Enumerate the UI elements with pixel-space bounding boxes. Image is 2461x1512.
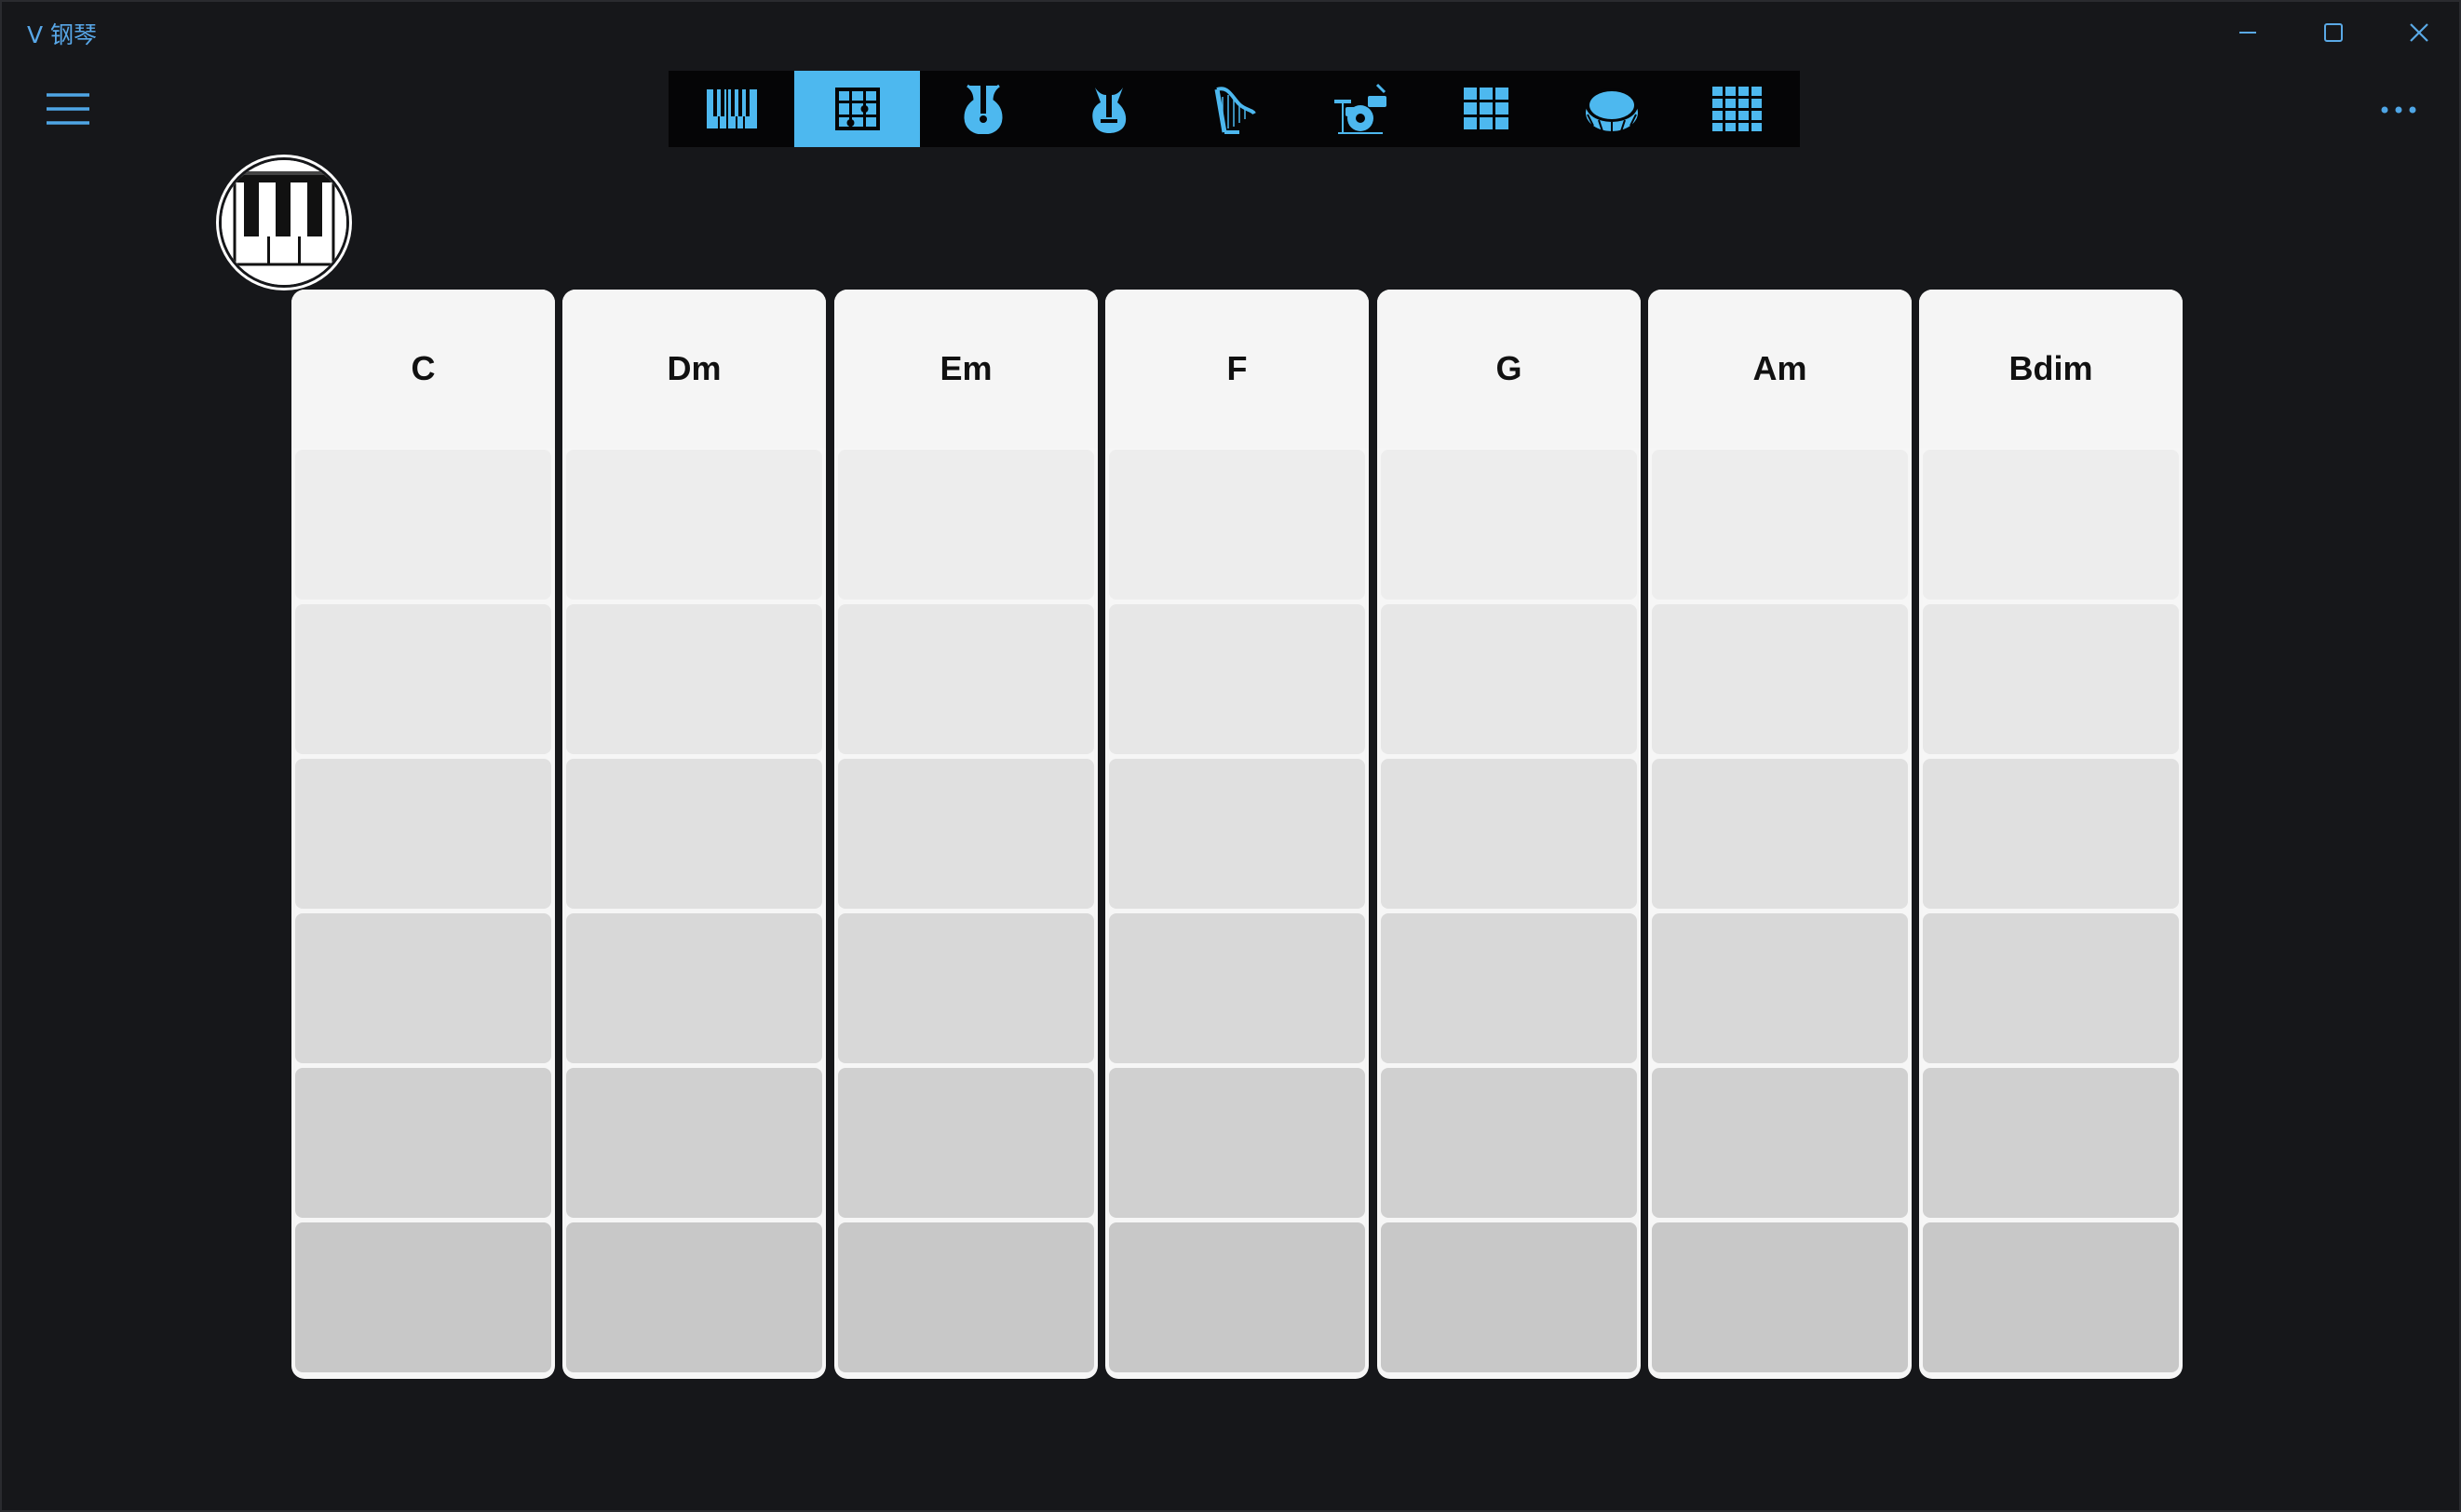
chord-pad[interactable]	[1109, 604, 1365, 754]
more-icon	[2381, 106, 2416, 114]
chord-pad[interactable]	[838, 913, 1094, 1063]
instrument-toolbar	[669, 71, 1800, 147]
chord-pad[interactable]	[295, 759, 551, 909]
chord-pad[interactable]	[566, 913, 822, 1063]
chord-pad[interactable]	[1652, 913, 1908, 1063]
chord-pad[interactable]	[566, 759, 822, 909]
chord-pad[interactable]	[1109, 913, 1365, 1063]
chord-pad[interactable]	[566, 1068, 822, 1218]
chord-label[interactable]: F	[1105, 290, 1369, 448]
chord-label[interactable]: Am	[1648, 290, 1912, 448]
chord-column-bdim: Bdim	[1919, 290, 2183, 1379]
chord-pad[interactable]	[295, 450, 551, 600]
chord-column-g: G	[1377, 290, 1641, 1379]
chord-pad[interactable]	[1109, 1068, 1365, 1218]
chord-pad[interactable]	[1923, 913, 2179, 1063]
tool-pad-4x4[interactable]	[1674, 71, 1800, 147]
chord-pad[interactable]	[838, 604, 1094, 754]
maximize-icon	[2324, 23, 2343, 42]
tool-electric-guitar[interactable]	[1046, 71, 1171, 147]
chord-pad[interactable]	[1381, 450, 1637, 600]
chord-label[interactable]: Dm	[562, 290, 826, 448]
chord-column-f: F	[1105, 290, 1369, 1379]
chord-pad[interactable]	[1381, 604, 1637, 754]
drum-kit-icon	[1333, 83, 1386, 134]
chord-pad[interactable]	[1923, 759, 2179, 909]
chord-column-dm: Dm	[562, 290, 826, 1379]
electric-guitar-icon	[1091, 84, 1126, 133]
close-button[interactable]	[2376, 2, 2459, 63]
chord-pad[interactable]	[295, 1068, 551, 1218]
tool-snare-drum[interactable]	[1548, 71, 1674, 147]
chord-pad[interactable]	[1652, 604, 1908, 754]
tool-piano[interactable]	[669, 71, 794, 147]
chord-pad[interactable]	[1381, 759, 1637, 909]
chord-pad[interactable]	[295, 1222, 551, 1372]
chord-label[interactable]: Bdim	[1919, 290, 2183, 448]
chord-pad[interactable]	[1652, 450, 1908, 600]
chord-pad[interactable]	[566, 1222, 822, 1372]
more-options-button[interactable]	[2373, 89, 2425, 130]
chord-pad[interactable]	[1652, 1068, 1908, 1218]
chord-pad[interactable]	[1109, 1222, 1365, 1372]
tool-acoustic-guitar[interactable]	[920, 71, 1046, 147]
pad-3x3-icon	[1463, 88, 1508, 129]
chord-pad[interactable]	[1109, 450, 1365, 600]
piano-avatar-icon	[222, 160, 346, 285]
chord-pad[interactable]	[295, 604, 551, 754]
chord-pad[interactable]	[838, 1068, 1094, 1218]
close-icon	[2410, 23, 2428, 42]
minimize-button[interactable]	[2205, 2, 2291, 63]
title-bar[interactable]: V 钢琴	[2, 2, 2459, 63]
chord-grid-icon	[834, 88, 880, 130]
chord-label[interactable]: Em	[834, 290, 1098, 448]
chord-pad[interactable]	[1652, 759, 1908, 909]
chord-label[interactable]: C	[291, 290, 555, 448]
chord-column-em: Em	[834, 290, 1098, 1379]
maximize-button[interactable]	[2291, 2, 2376, 63]
snare-drum-icon	[1585, 88, 1638, 133]
chord-pad[interactable]	[1923, 1222, 2179, 1372]
app-window: V 钢琴 C Dm Em F G Am Bdim	[0, 0, 2461, 1512]
menu-button[interactable]	[41, 86, 95, 132]
chord-pad[interactable]	[566, 450, 822, 600]
chord-pad[interactable]	[838, 1222, 1094, 1372]
chord-pad[interactable]	[1923, 1068, 2179, 1218]
chord-pad[interactable]	[1109, 759, 1365, 909]
chord-pad[interactable]	[295, 913, 551, 1063]
chord-grid: C Dm Em F G Am Bdim	[291, 290, 2183, 1379]
minimize-icon	[2239, 32, 2256, 34]
pad-4x4-icon	[1711, 87, 1762, 131]
app-title: V 钢琴	[27, 21, 98, 48]
chord-pad[interactable]	[1381, 1222, 1637, 1372]
harp-icon	[1214, 87, 1256, 134]
tool-pad-3x3[interactable]	[1423, 71, 1548, 147]
piano-keys-icon	[706, 88, 757, 129]
chord-pad[interactable]	[1923, 604, 2179, 754]
tool-drum-kit[interactable]	[1297, 71, 1423, 147]
chord-pad[interactable]	[566, 604, 822, 754]
acoustic-guitar-icon	[963, 84, 1003, 134]
chord-pad[interactable]	[1652, 1222, 1908, 1372]
chord-pad[interactable]	[838, 759, 1094, 909]
instrument-avatar[interactable]	[219, 157, 349, 288]
chord-pad[interactable]	[838, 450, 1094, 600]
chord-pad[interactable]	[1381, 913, 1637, 1063]
chord-column-c: C	[291, 290, 555, 1379]
tool-harp[interactable]	[1171, 71, 1297, 147]
chord-label[interactable]: G	[1377, 290, 1641, 448]
hamburger-icon	[47, 93, 89, 125]
chord-column-am: Am	[1648, 290, 1912, 1379]
chord-pad[interactable]	[1923, 450, 2179, 600]
tool-chord-grid[interactable]	[794, 71, 920, 147]
chord-pad[interactable]	[1381, 1068, 1637, 1218]
